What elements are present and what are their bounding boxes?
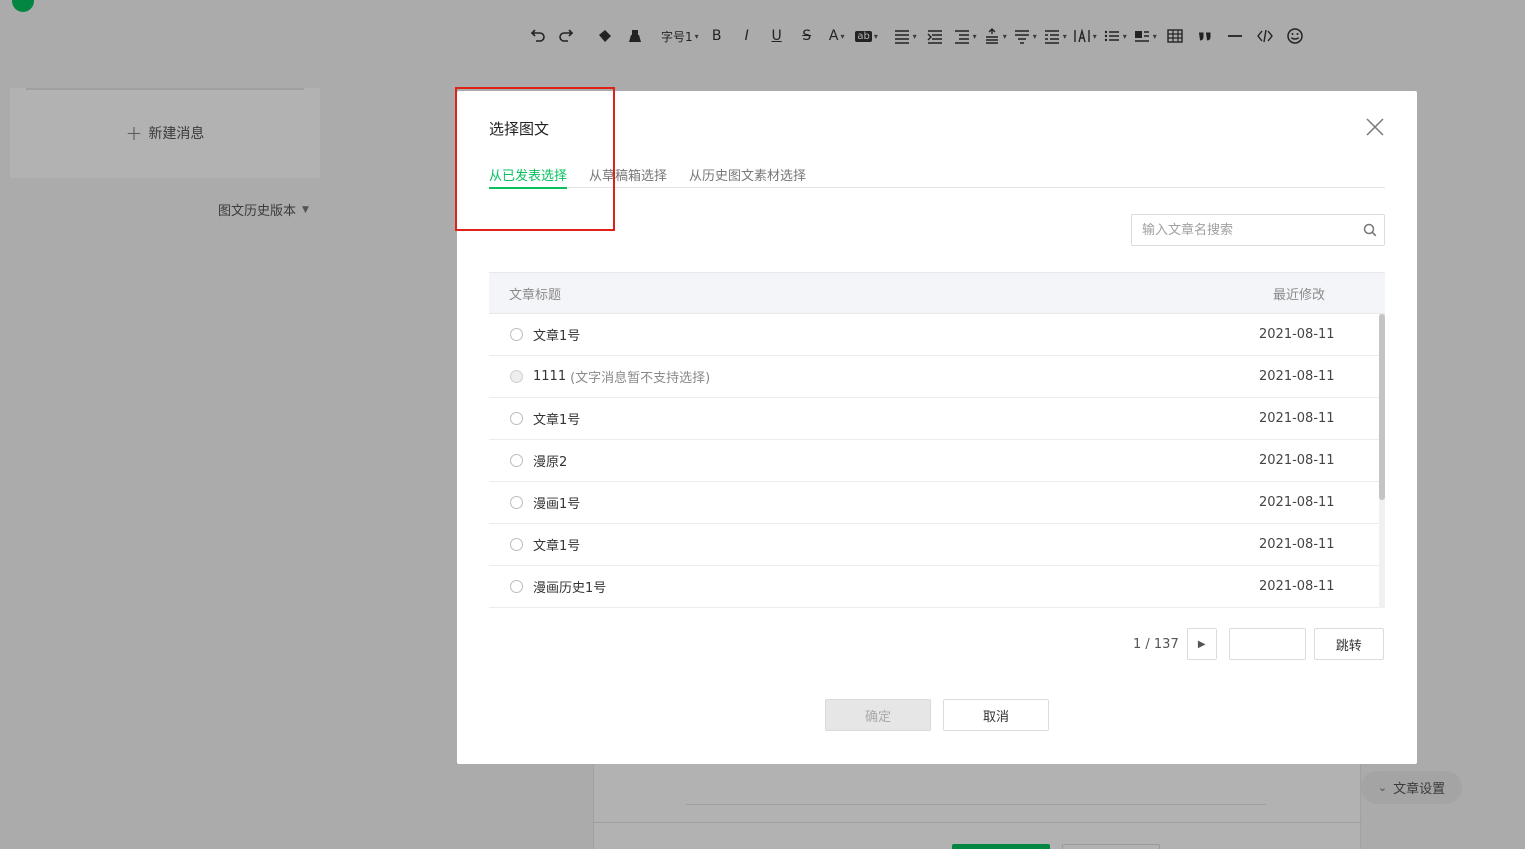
page-info: 1 / 137	[1133, 636, 1179, 652]
table-row[interactable]: 文章1号 2021-08-11	[489, 314, 1385, 356]
radio-button[interactable]	[510, 454, 523, 467]
pagination: 1 / 137 ▶ 跳转	[1133, 628, 1384, 660]
radio-button[interactable]	[510, 412, 523, 425]
cancel-button[interactable]: 取消	[943, 699, 1049, 731]
article-title: 文章1号	[533, 413, 581, 428]
table-row[interactable]: 文章1号 2021-08-11	[489, 524, 1385, 566]
radio-button[interactable]	[510, 328, 523, 341]
article-title: 1111	[533, 369, 567, 384]
table-row[interactable]: 漫原2 2021-08-11	[489, 440, 1385, 482]
article-title: 漫画1号	[533, 497, 581, 512]
search-icon[interactable]	[1356, 216, 1384, 244]
radio-button[interactable]	[510, 538, 523, 551]
caret-right-icon: ▶	[1197, 638, 1206, 650]
article-title: 漫画历史1号	[533, 581, 607, 596]
jump-button[interactable]: 跳转	[1313, 628, 1384, 660]
article-table: 文章标题 最近修改 文章1号 2021-08-11 1111 (文字消息暂不支持选…	[489, 272, 1385, 608]
radio-button[interactable]	[510, 496, 523, 509]
radio-button[interactable]	[510, 580, 523, 593]
article-date: 2021-08-11	[1259, 369, 1335, 384]
close-icon[interactable]	[1365, 117, 1385, 137]
radio-button-disabled	[510, 370, 523, 383]
table-row[interactable]: 漫画历史1号 2021-08-11	[489, 566, 1385, 608]
search-input[interactable]	[1132, 216, 1356, 244]
table-scrollbar[interactable]	[1379, 314, 1385, 608]
table-row[interactable]: 漫画1号 2021-08-11	[489, 482, 1385, 524]
article-date: 2021-08-11	[1259, 495, 1335, 510]
table-row: 1111 (文字消息暂不支持选择) 2021-08-11	[489, 356, 1385, 398]
unsupported-note: (文字消息暂不支持选择)	[570, 371, 711, 386]
column-modified: 最近修改	[1273, 287, 1326, 303]
table-row[interactable]: 文章1号 2021-08-11	[489, 398, 1385, 440]
article-date: 2021-08-11	[1259, 579, 1335, 594]
search-box	[1131, 214, 1385, 246]
article-date: 2021-08-11	[1259, 537, 1335, 552]
article-title: 文章1号	[533, 539, 581, 554]
dialog-footer: 确定 取消	[825, 699, 1049, 731]
annotation-highlight-box	[455, 87, 615, 231]
tab-history-materials[interactable]: 从历史图文素材选择	[689, 165, 806, 188]
article-date: 2021-08-11	[1259, 453, 1335, 468]
article-date: 2021-08-11	[1259, 327, 1335, 342]
column-title: 文章标题	[509, 287, 562, 303]
source-tabs: 从已发表选择 从草稿箱选择 从历史图文素材选择	[489, 165, 1385, 189]
scrollbar-thumb[interactable]	[1379, 314, 1385, 500]
confirm-button[interactable]: 确定	[825, 699, 931, 731]
article-date: 2021-08-11	[1259, 411, 1335, 426]
article-title: 漫原2	[533, 455, 568, 470]
table-body: 文章1号 2021-08-11 1111 (文字消息暂不支持选择) 2021-08…	[489, 314, 1385, 608]
table-header: 文章标题 最近修改	[489, 272, 1385, 314]
next-page-button[interactable]: ▶	[1186, 628, 1217, 660]
page-number-input[interactable]	[1228, 628, 1306, 660]
article-title: 文章1号	[533, 329, 581, 344]
